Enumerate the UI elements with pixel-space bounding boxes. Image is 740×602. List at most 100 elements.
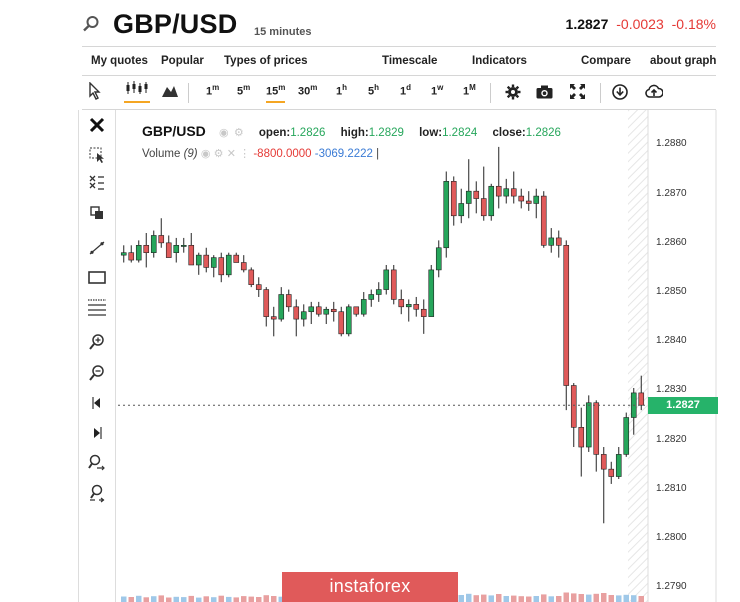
candle-body: [390, 269, 397, 300]
y-tick-label: 1.2810: [656, 482, 687, 494]
candle: [278, 287, 285, 322]
candle: [210, 255, 217, 278]
eye-icon[interactable]: ◉: [201, 148, 211, 160]
more-icon[interactable]: ⋮: [239, 148, 250, 160]
volume-bar: [623, 594, 629, 602]
candle: [338, 306, 345, 337]
volume-bar: [593, 593, 599, 602]
candle: [195, 252, 202, 275]
candle: [255, 277, 262, 297]
y-tick-label: 1.2830: [656, 384, 687, 396]
volume-bar: [256, 597, 262, 602]
candle-body: [540, 195, 547, 246]
volume-bar: [188, 595, 194, 602]
candle-body: [458, 203, 465, 217]
y-tick-label: 1.2820: [656, 433, 687, 445]
candle-body: [525, 200, 532, 204]
candle: [383, 264, 390, 295]
volume-bar: [601, 593, 607, 602]
candle-body: [495, 185, 502, 197]
gear-icon[interactable]: ⚙: [234, 127, 244, 139]
candle: [428, 264, 435, 317]
candle-body: [503, 188, 510, 197]
candle-body: [585, 402, 592, 448]
volume-bar: [638, 596, 644, 602]
candle: [623, 412, 630, 457]
candle: [323, 306, 330, 325]
candle: [458, 188, 465, 224]
candle: [300, 304, 307, 327]
candle: [135, 240, 142, 263]
volume-bar: [563, 592, 569, 602]
candle: [143, 233, 150, 268]
candle: [263, 287, 270, 327]
candle-body: [383, 269, 390, 290]
candle-body: [315, 306, 322, 315]
eye-icon[interactable]: ◉: [219, 127, 229, 139]
candle-body: [563, 245, 570, 386]
volume-bar: [496, 594, 502, 602]
candle-body: [293, 306, 300, 320]
low-value: 1.2824: [442, 127, 478, 139]
candle-body: [248, 269, 255, 285]
candle-body: [368, 294, 375, 300]
candle: [240, 255, 247, 273]
close-icon[interactable]: ✕: [227, 148, 236, 160]
candle: [585, 395, 592, 452]
candle: [405, 299, 412, 322]
candle: [563, 240, 570, 411]
volume-bar: [203, 596, 209, 602]
volume-label: Volume: [142, 148, 181, 160]
open-label: open:: [258, 127, 291, 139]
candle-body: [555, 237, 562, 246]
candle: [270, 306, 277, 337]
price-chart[interactable]: [0, 0, 740, 602]
volume-bar: [541, 594, 547, 602]
candle-body: [353, 306, 360, 315]
volume-bar: [571, 593, 577, 602]
candle: [465, 159, 472, 219]
volume-bar: [166, 597, 172, 602]
candle-body: [128, 252, 135, 261]
y-tick-label: 1.2840: [656, 335, 687, 347]
candle-body: [278, 294, 285, 320]
candle: [203, 247, 210, 273]
candle-body: [578, 427, 585, 448]
close-value: 1.2826: [525, 127, 561, 139]
volume-bar: [518, 596, 524, 602]
candle-body: [518, 195, 525, 202]
candle-body: [195, 254, 202, 266]
candle-body: [330, 308, 337, 313]
gear-icon[interactable]: ⚙: [214, 148, 224, 160]
volume-bar: [173, 596, 179, 602]
candle-body: [570, 385, 577, 428]
candle: [368, 289, 375, 307]
candle: [495, 146, 502, 209]
volume-bar: [136, 595, 142, 602]
candle-body: [548, 237, 555, 246]
volume-legend: Volume (9) ◉ ⚙ ✕ ⋮ -8800.0000 -3069.2222…: [142, 147, 379, 160]
candle-body: [308, 306, 315, 313]
volume-bar: [511, 595, 517, 602]
volume-cursor: |: [376, 148, 380, 160]
candle-body: [188, 245, 195, 266]
candle: [293, 299, 300, 337]
volume-bar: [211, 597, 217, 602]
volume-bar: [608, 595, 614, 602]
candle-body: [300, 311, 307, 320]
candle-body: [165, 242, 172, 258]
candle-body: [375, 289, 382, 295]
candle-body: [593, 402, 600, 455]
candle: [308, 301, 315, 325]
candle: [120, 245, 127, 263]
candle-body: [150, 235, 157, 253]
candle-body: [135, 245, 142, 261]
candle-body: [510, 188, 517, 197]
candle-body: [473, 190, 480, 199]
high-value: 1.2829: [368, 127, 404, 139]
candle: [510, 171, 517, 204]
candle: [480, 166, 487, 221]
candle-body: [233, 254, 240, 263]
low-label: low:: [419, 127, 443, 139]
volume-value-2: -3069.2222: [314, 148, 373, 160]
